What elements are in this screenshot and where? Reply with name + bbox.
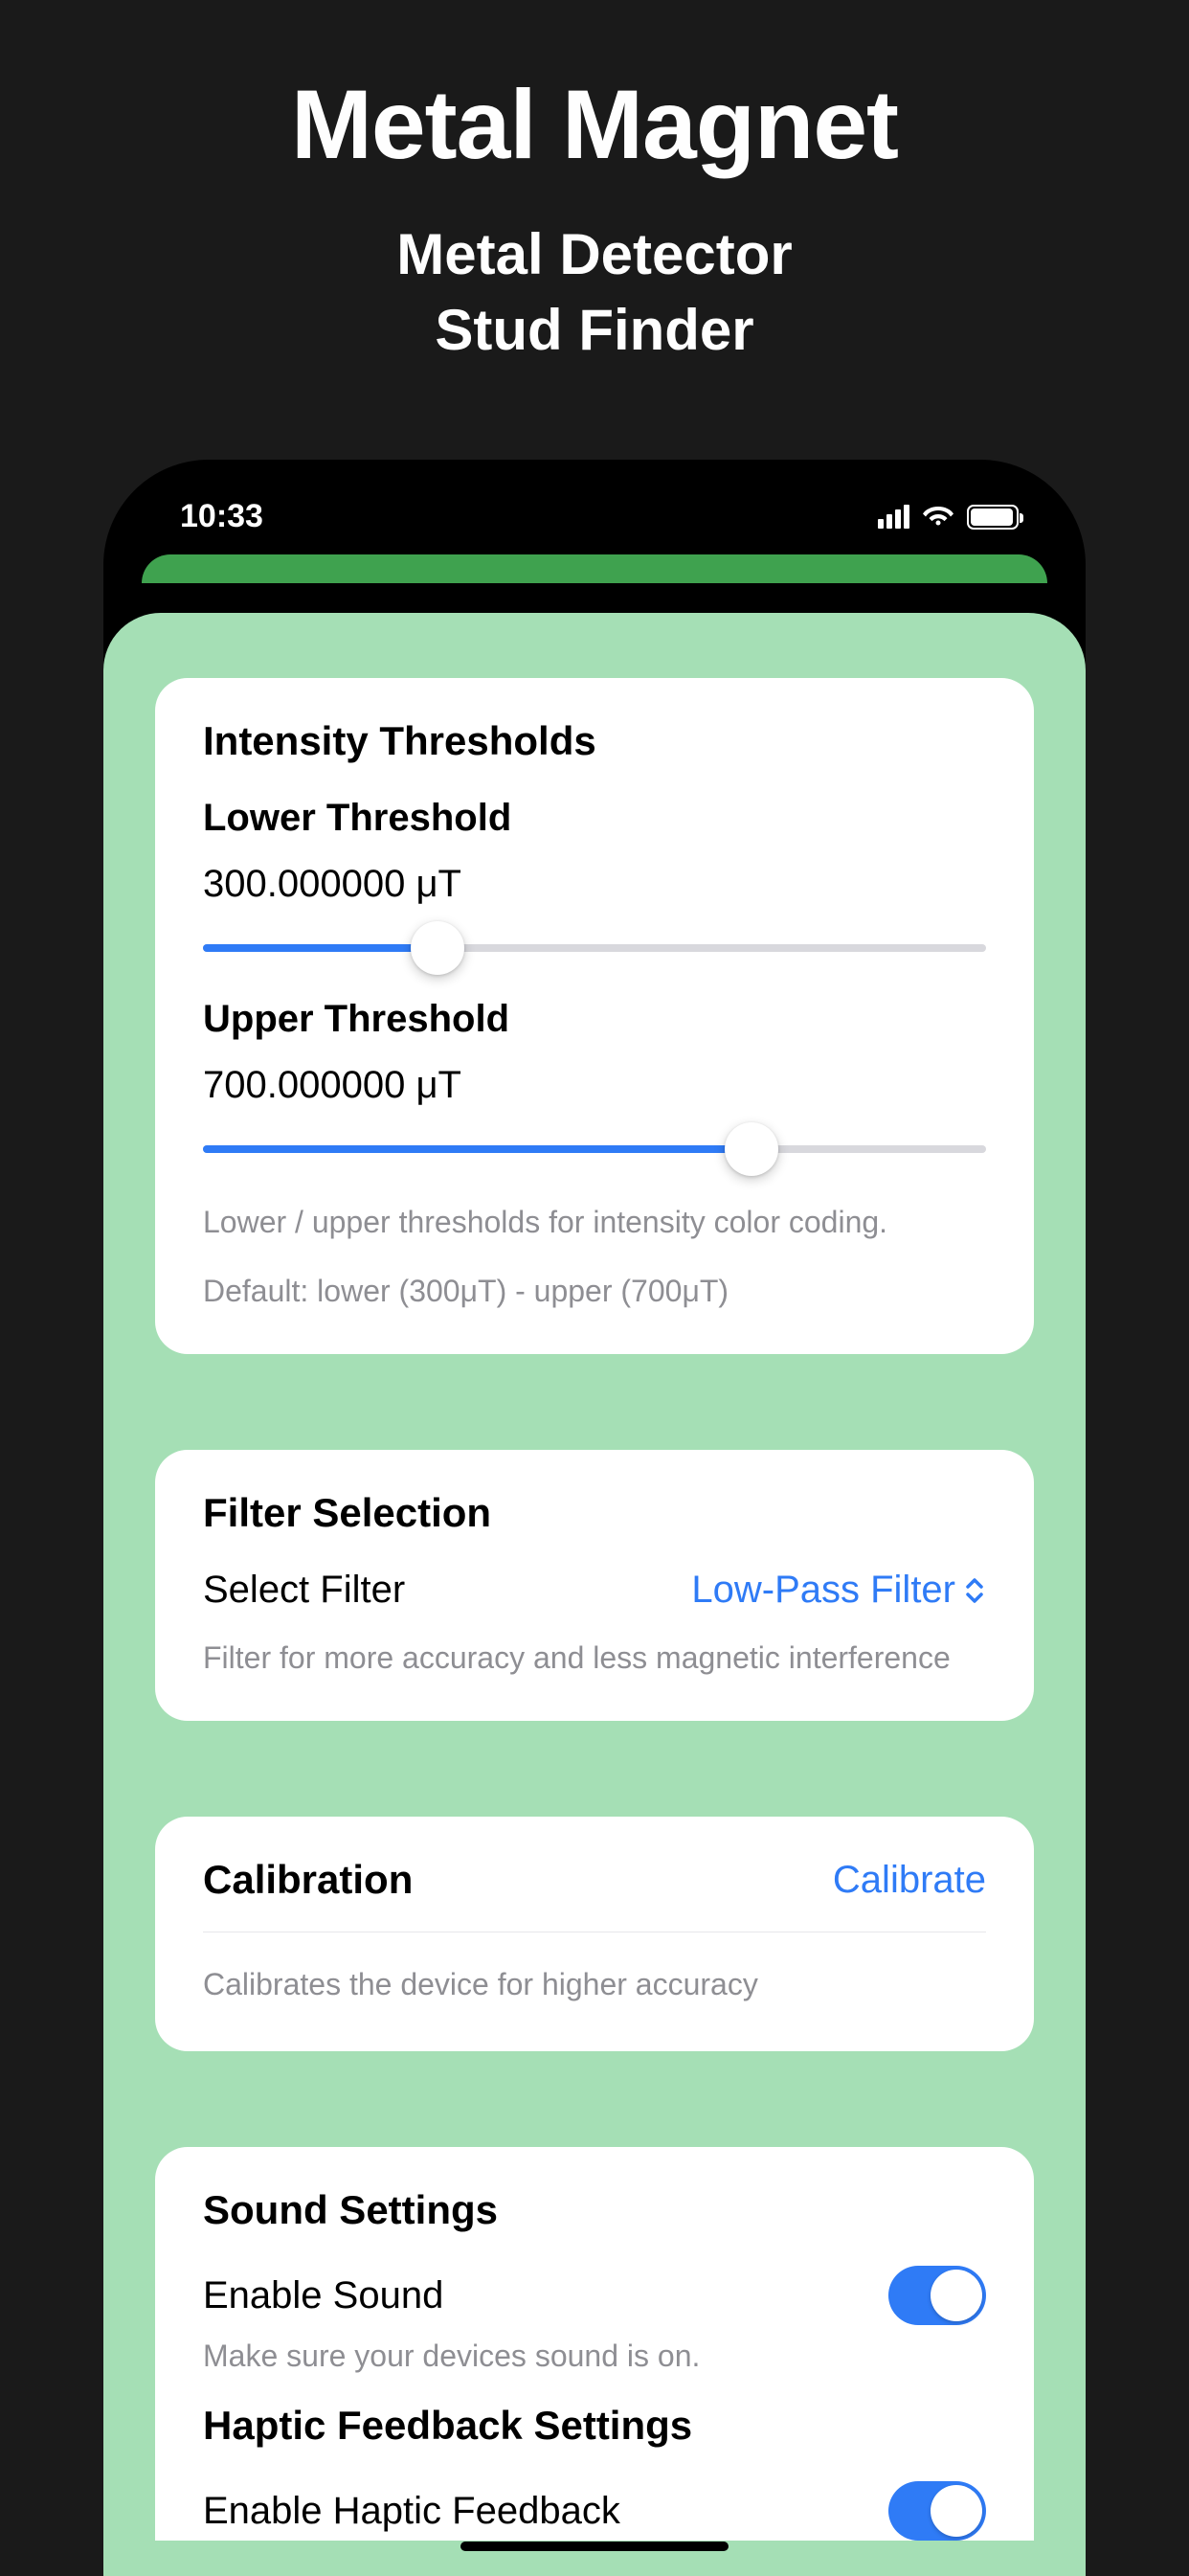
calibration-footer: Calibrates the device for higher accurac… <box>203 1961 986 2007</box>
promo-header: Metal Magnet Metal Detector Stud Finder <box>0 0 1189 363</box>
calibrate-button[interactable]: Calibrate <box>833 1859 986 1902</box>
enable-haptic-row: Enable Haptic Feedback <box>203 2481 986 2541</box>
phone-frame: 10:33 Intensity Thresholds Lower Thresho… <box>103 460 1086 2576</box>
filter-label: Select Filter <box>203 1569 405 1612</box>
battery-icon <box>967 505 1019 530</box>
filter-title: Filter Selection <box>203 1490 986 1536</box>
intensity-footer: Lower / upper thresholds for intensity c… <box>203 1199 986 1314</box>
content-area[interactable]: Intensity Thresholds Lower Threshold 300… <box>103 613 1086 2576</box>
app-subtitle-1: Metal Detector <box>0 221 1189 287</box>
cellular-icon <box>878 506 909 529</box>
filter-card: Filter Selection Select Filter Low-Pass … <box>155 1450 1034 1721</box>
intensity-card: Intensity Thresholds Lower Threshold 300… <box>155 678 1034 1354</box>
enable-sound-row: Enable Sound <box>203 2266 986 2325</box>
nav-strip <box>142 554 1047 583</box>
calibration-card: Calibration Calibrate Calibrates the dev… <box>155 1817 1034 2051</box>
enable-sound-label: Enable Sound <box>203 2274 443 2317</box>
upper-threshold-label: Upper Threshold <box>203 998 986 1041</box>
haptic-title: Haptic Feedback Settings <box>203 2403 986 2449</box>
home-indicator[interactable] <box>460 2542 729 2551</box>
filter-value[interactable]: Low-Pass Filter <box>691 1569 986 1612</box>
sound-title: Sound Settings <box>203 2187 986 2233</box>
filter-select-row[interactable]: Select Filter Low-Pass Filter <box>203 1569 986 1612</box>
upper-threshold-value: 700.000000 μT <box>203 1064 986 1107</box>
lower-threshold-label: Lower Threshold <box>203 797 986 840</box>
sound-hint: Make sure your devices sound is on. <box>203 2339 986 2374</box>
wifi-icon <box>923 503 953 531</box>
intensity-title: Intensity Thresholds <box>203 718 986 764</box>
enable-sound-toggle[interactable] <box>888 2266 986 2325</box>
intensity-footer-1: Lower / upper thresholds for intensity c… <box>203 1199 986 1245</box>
app-title: Metal Magnet <box>0 69 1189 181</box>
lower-threshold-slider[interactable] <box>203 944 986 952</box>
filter-footer: Filter for more accuracy and less magnet… <box>203 1635 986 1681</box>
enable-haptic-label: Enable Haptic Feedback <box>203 2490 620 2533</box>
chevron-up-down-icon <box>963 1575 986 1606</box>
intensity-footer-2: Default: lower (300μT) - upper (700μT) <box>203 1268 986 1314</box>
filter-value-text: Low-Pass Filter <box>691 1569 955 1612</box>
status-time: 10:33 <box>180 498 263 535</box>
calibration-title: Calibration <box>203 1857 413 1903</box>
enable-haptic-toggle[interactable] <box>888 2481 986 2541</box>
lower-threshold-value: 300.000000 μT <box>203 863 986 906</box>
upper-threshold-slider[interactable] <box>203 1145 986 1153</box>
app-subtitle-2: Stud Finder <box>0 297 1189 363</box>
filter-footer-text: Filter for more accuracy and less magnet… <box>203 1635 986 1681</box>
status-bar: 10:33 <box>103 460 1086 554</box>
status-icons <box>878 503 1019 531</box>
calibration-footer-text: Calibrates the device for higher accurac… <box>203 1961 986 2007</box>
sound-card: Sound Settings Enable Sound Make sure yo… <box>155 2147 1034 2541</box>
